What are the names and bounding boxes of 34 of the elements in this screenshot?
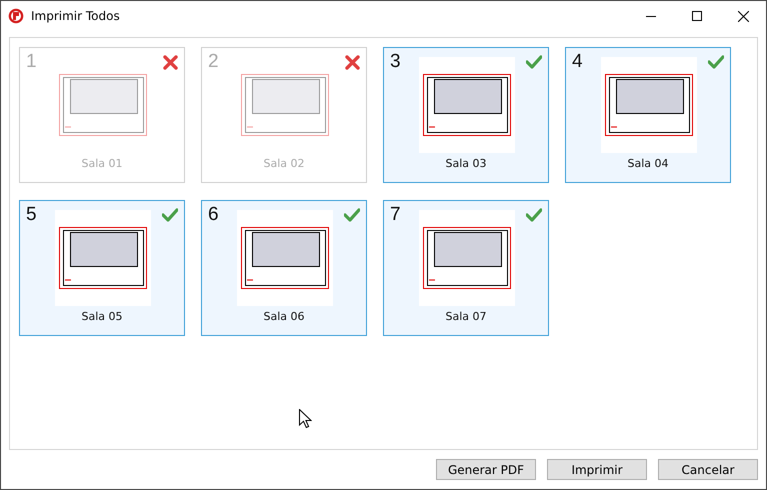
page-number: 2 (208, 51, 219, 73)
cross-icon (345, 55, 360, 70)
page-number: 4 (572, 51, 583, 73)
page-card[interactable]: 6 Sala 06 (201, 200, 367, 336)
dialog-button[interactable]: Cancelar (658, 459, 758, 480)
page-label: Sala 05 (80, 310, 124, 323)
maximize-icon (692, 11, 702, 21)
cursor-icon (299, 409, 312, 429)
page-number: 1 (26, 51, 37, 73)
page-card[interactable]: 3 Sala 03 (383, 47, 549, 183)
cross-icon (163, 55, 178, 70)
page-label: Sala 07 (444, 310, 488, 323)
page-card[interactable]: 4 Sala 04 (565, 47, 731, 183)
close-icon (738, 10, 748, 22)
app-logo-icon (8, 8, 24, 24)
page-label: Sala 03 (444, 157, 488, 170)
check-icon (708, 55, 724, 69)
page-number: 5 (26, 204, 37, 226)
dialog-button[interactable]: Imprimir (547, 459, 647, 480)
window-title: Imprimir Todos (31, 9, 121, 23)
check-icon (526, 55, 542, 69)
page-label: Sala 02 (262, 157, 306, 170)
page-label: Sala 01 (80, 157, 124, 170)
check-icon (162, 208, 178, 222)
page-number: 3 (390, 51, 401, 73)
check-icon (344, 208, 360, 222)
page-card[interactable]: 7 Sala 07 (383, 200, 549, 336)
page-number: 7 (390, 204, 401, 226)
page-label: Sala 04 (626, 157, 670, 170)
dialog-button[interactable]: Generar PDF (436, 459, 536, 480)
page-card[interactable]: 5 Sala 05 (19, 200, 185, 336)
page-number: 6 (208, 204, 219, 226)
check-icon (526, 208, 542, 222)
page-label: Sala 06 (262, 310, 306, 323)
